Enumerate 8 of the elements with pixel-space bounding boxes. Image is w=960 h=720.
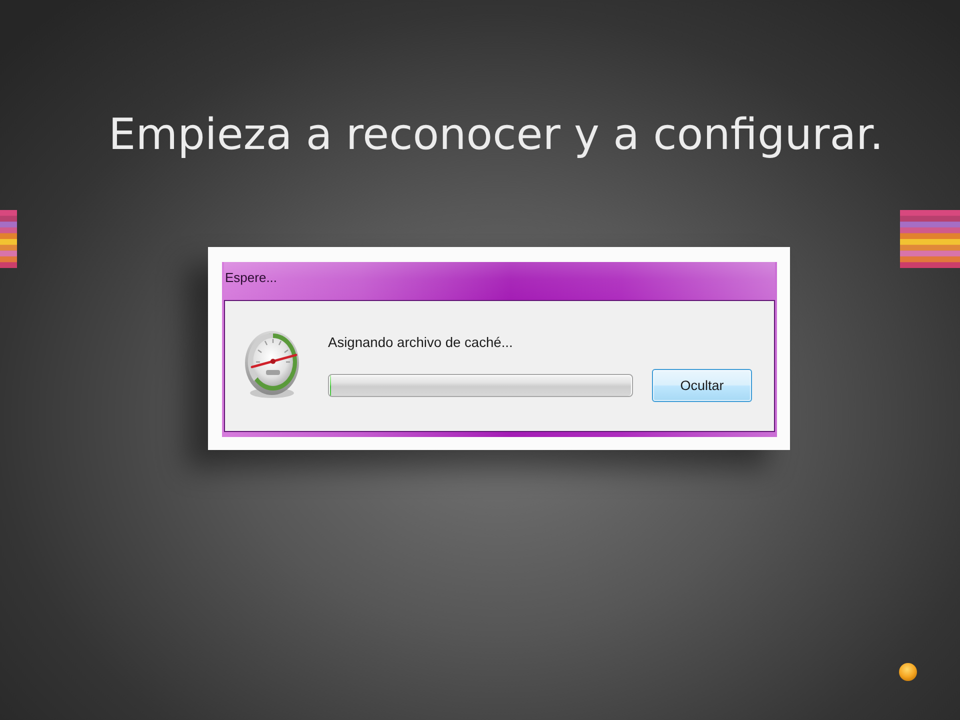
circle-icon xyxy=(899,663,917,681)
window-title: Espere... xyxy=(225,270,278,286)
speedometer-icon xyxy=(244,329,300,399)
striped-bar-drawing xyxy=(900,210,960,268)
striped-bar-drawing xyxy=(0,210,17,268)
slide-title: Empieza a reconocer y a configurar. xyxy=(108,109,884,162)
status-message: Asignando archivo de caché... xyxy=(328,335,513,351)
hide-button[interactable]: Ocultar xyxy=(652,369,752,402)
